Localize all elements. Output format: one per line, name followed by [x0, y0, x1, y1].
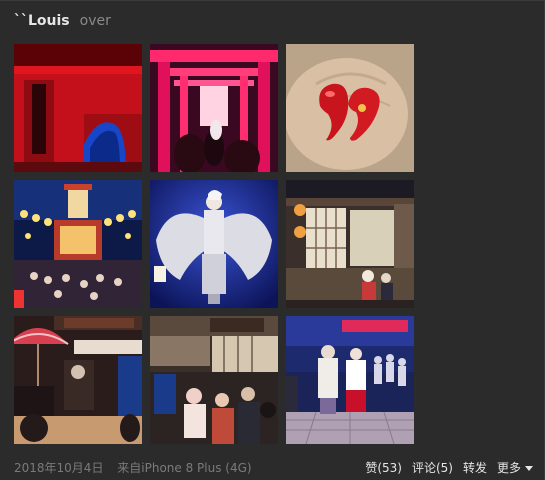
comment-button[interactable]: 评论(5) — [412, 459, 453, 476]
username-link[interactable]: ``Louis — [14, 13, 70, 29]
post-date[interactable]: 2018年10月4日 — [14, 461, 103, 475]
top-divider — [0, 0, 545, 1]
post-actions: 赞(53) 评论(5) 转发 更多 — [355, 459, 533, 476]
photo-red-torii-corridor[interactable] — [150, 44, 278, 172]
share-button[interactable]: 转发 — [463, 459, 487, 476]
photo-winged-statue[interactable] — [150, 180, 278, 308]
photo-japanese-house-display[interactable] — [286, 180, 414, 308]
photo-red-temple-gate[interactable] — [14, 44, 142, 172]
post-footer: 2018年10月4日 来自iPhone 8 Plus (4G) 赞(53) 评论… — [14, 456, 533, 476]
more-button[interactable]: 更多 — [497, 459, 533, 476]
photo-red-magatama-in-hand[interactable] — [286, 44, 414, 172]
more-label: 更多 — [496, 461, 521, 475]
photo-festival-stage-lanterns[interactable] — [14, 180, 142, 308]
post-header: ``Louis over — [14, 13, 111, 33]
photo-grid — [14, 44, 414, 444]
post-source: 来自iPhone 8 Plus (4G) — [117, 461, 252, 475]
post-meta: 2018年10月4日 来自iPhone 8 Plus (4G) — [14, 459, 262, 476]
photo-umbrella-exhibit[interactable] — [14, 316, 142, 444]
post-text: over — [79, 13, 111, 29]
photo-cosplay-crowd[interactable] — [286, 316, 414, 444]
photo-shop-street-crowd[interactable] — [150, 316, 278, 444]
like-button[interactable]: 赞(53) — [365, 459, 402, 476]
chevron-down-icon — [525, 466, 533, 471]
